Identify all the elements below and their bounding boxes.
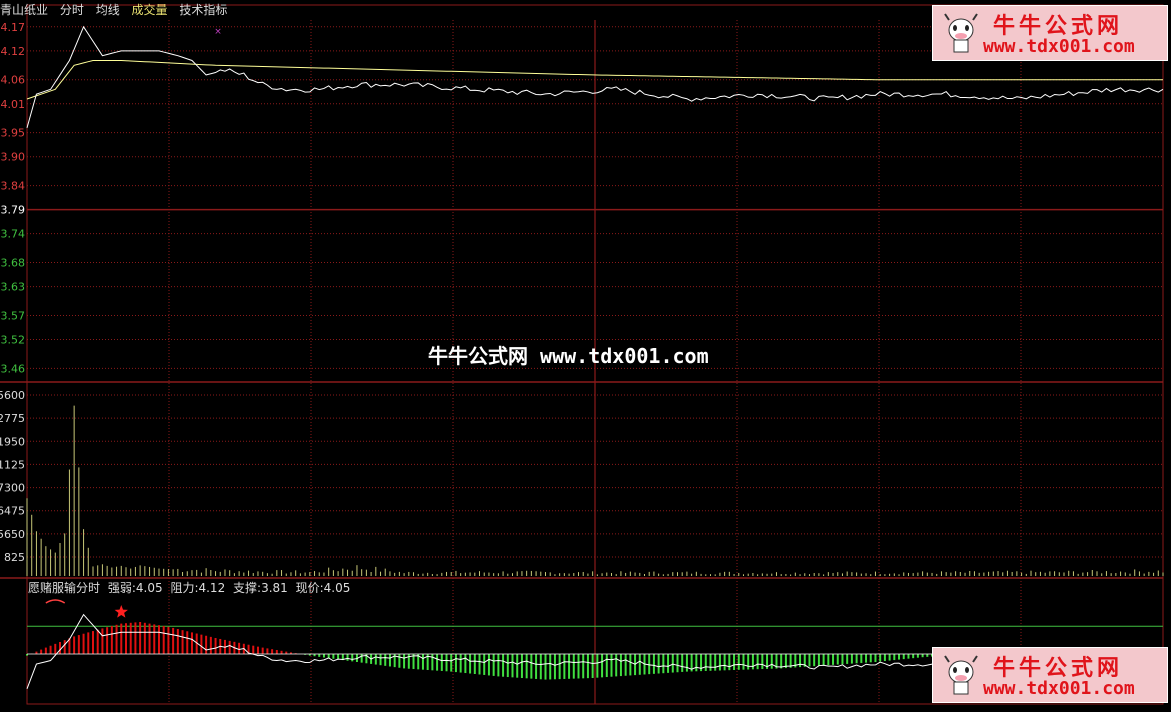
marker-cross: × bbox=[214, 27, 222, 37]
star-icon bbox=[114, 605, 128, 618]
indicator-name: 愿赌服输分时 bbox=[28, 581, 101, 595]
chart-stage: 4.17 4.12 4.06 4.01 3.95 3.90 3.84 3.79 3.74 3.68… bbox=[0, 0, 1171, 708]
logo-bottom: 牛牛公式网 www.tdx001.com bbox=[932, 647, 1168, 703]
volume-tick-label: 2775 bbox=[0, 412, 25, 425]
volume-tick-label: 1125 bbox=[0, 458, 25, 471]
price-tick-label: 3.63 bbox=[1, 281, 26, 294]
price-tick-label: 4.01 bbox=[1, 98, 26, 111]
tab-volume[interactable]: 成交量 bbox=[132, 3, 168, 17]
price-tick-label: 3.46 bbox=[1, 362, 26, 375]
price-tick-label: 4.17 bbox=[1, 21, 26, 34]
indicator-support: 支撑:3.81 bbox=[233, 581, 288, 595]
logo-top-url: www.tdx001.com bbox=[983, 36, 1135, 57]
indicator-resistance: 阻力:4.12 bbox=[170, 581, 226, 595]
price-tick-label: 4.06 bbox=[1, 74, 26, 87]
price-tick-label: 3.74 bbox=[1, 228, 26, 241]
price-tick-label: 3.79 bbox=[1, 204, 26, 217]
price-tick-label: 3.68 bbox=[1, 257, 26, 270]
tab-avg[interactable]: 均线 bbox=[96, 3, 120, 17]
price-tick-label: 3.57 bbox=[1, 309, 26, 322]
price-tick-label: 3.95 bbox=[1, 127, 26, 140]
watermark-text: 牛牛公式网 www.tdx001.com bbox=[428, 344, 709, 368]
tab-tech[interactable]: 技术指标 bbox=[179, 3, 227, 17]
indicator-current: 现价:4.05 bbox=[295, 581, 351, 595]
price-tick-label: 3.84 bbox=[1, 180, 26, 193]
chart-header: 青山纸业 分时 均线 成交量 技术指标 bbox=[0, 0, 930, 20]
volume-tick-label: 5600 bbox=[0, 389, 25, 402]
logo-top: 牛牛公式网 www.tdx001.com bbox=[932, 5, 1168, 61]
cow-icon bbox=[944, 13, 978, 53]
volume-tick-label: 825 bbox=[4, 551, 25, 564]
tab-minute[interactable]: 分时 bbox=[60, 3, 84, 17]
volume-tick-label: 6475 bbox=[0, 505, 25, 518]
indicator-header: 愿赌服输分时 强弱:4.05 阻力:4.12 支撑:3.81 现价:4.05 bbox=[28, 579, 354, 597]
price-tick-label: 3.90 bbox=[1, 151, 26, 164]
volume-tick-label: 1950 bbox=[0, 435, 25, 448]
volume-tick-label: 5650 bbox=[0, 528, 25, 541]
logo-bottom-url: www.tdx001.com bbox=[983, 678, 1135, 699]
cow-icon bbox=[944, 655, 978, 695]
price-tick-label: 3.52 bbox=[1, 334, 26, 347]
indicator-strength: 强弱:4.05 bbox=[107, 581, 163, 595]
volume-tick-label: 7300 bbox=[0, 482, 25, 495]
price-tick-label: 4.12 bbox=[1, 45, 26, 58]
arc-marker bbox=[45, 599, 66, 604]
stock-name: 青山纸业 bbox=[0, 3, 49, 17]
